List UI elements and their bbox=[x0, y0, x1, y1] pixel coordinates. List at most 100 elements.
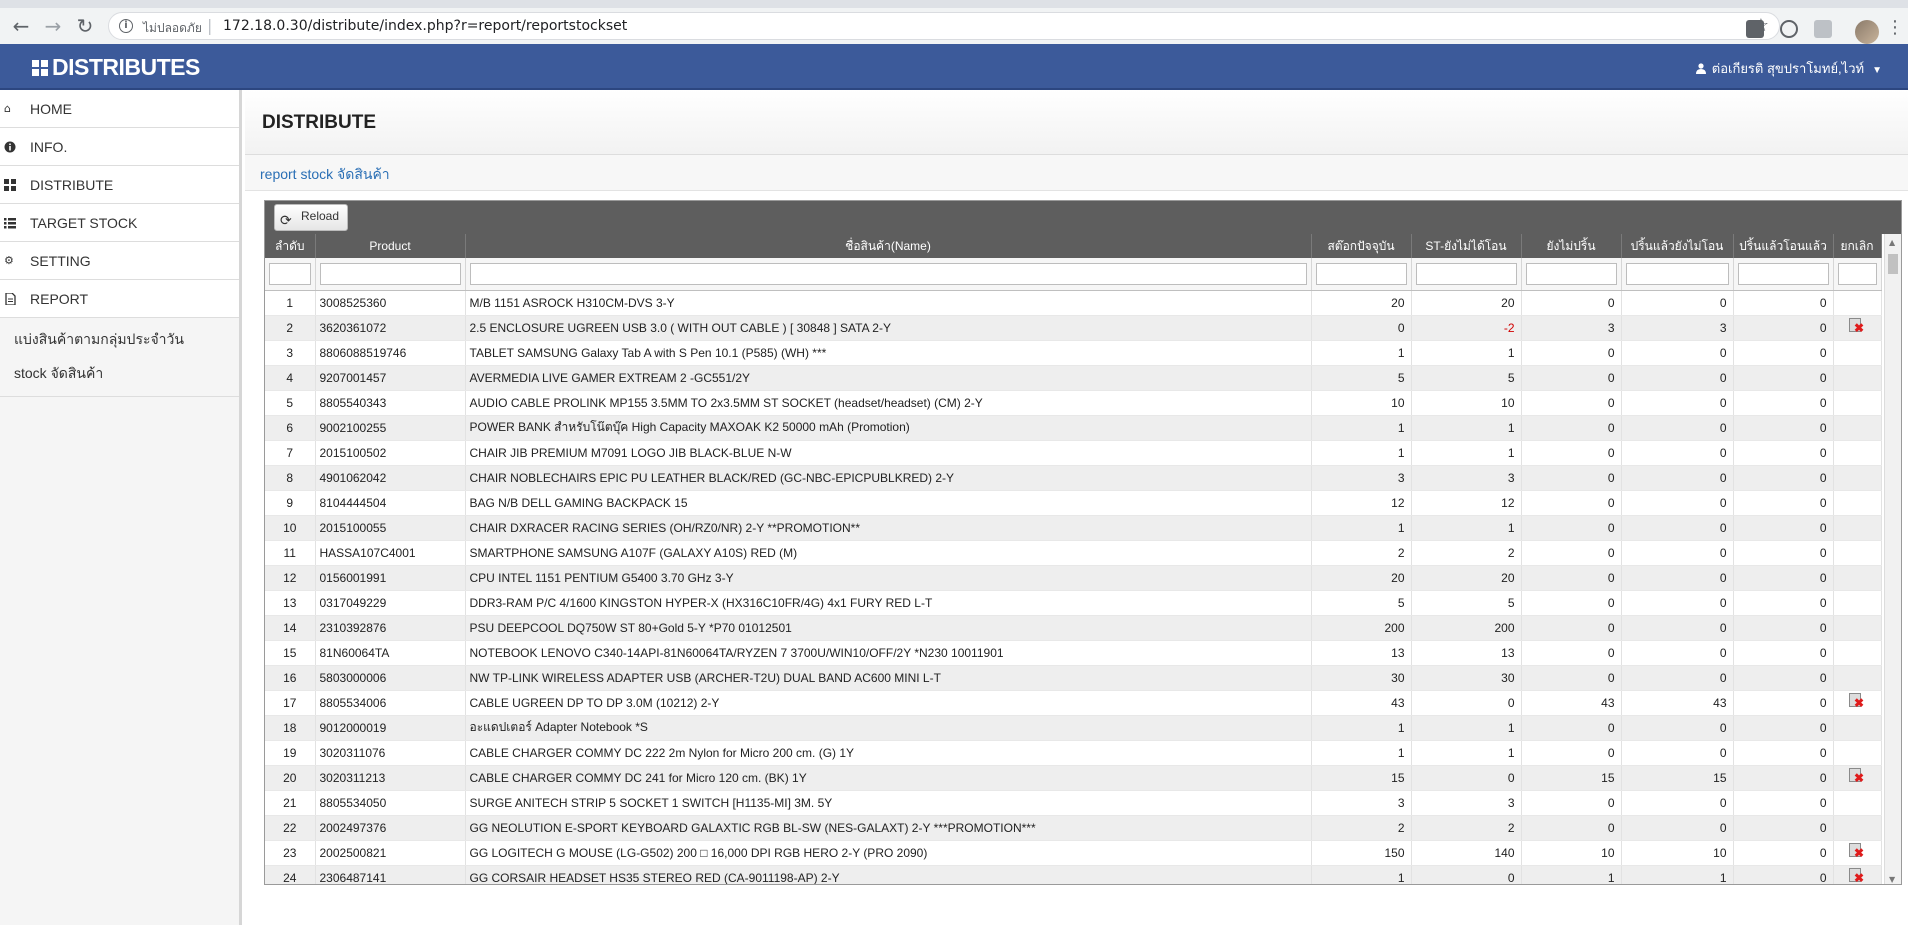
table-row[interactable]: 15 81N60064TA NOTEBOOK LENOVO C340-14API-8… bbox=[265, 640, 1882, 666]
column-header[interactable]: สต๊อกปัจจุบัน bbox=[1311, 234, 1412, 258]
reload-icon[interactable]: ↻ bbox=[72, 13, 98, 39]
column-header[interactable]: ยังไม่ปริ้น bbox=[1521, 234, 1622, 258]
sidebar-item-target-stock[interactable]: TARGET STOCK bbox=[0, 204, 239, 242]
filter-input-not-printed[interactable] bbox=[1525, 262, 1617, 285]
filter-cell bbox=[265, 258, 316, 291]
column-header[interactable]: ปริ้นแล้วยังไม่โอน bbox=[1621, 234, 1734, 258]
reload-button[interactable]: ⟳ Reload bbox=[274, 204, 348, 231]
filter-input-no[interactable] bbox=[269, 262, 311, 285]
column-header[interactable]: ST-ยังไม่ได้โอน bbox=[1411, 234, 1522, 258]
cell-printed-not-transferred: 15 bbox=[1621, 765, 1734, 791]
cell-stock: 13 bbox=[1311, 640, 1412, 666]
submenu-item-daily-group[interactable]: แบ่งสินค้าตามกลุ่มประจำวัน bbox=[0, 322, 239, 356]
sidebar-item-info[interactable]: INFO. bbox=[0, 128, 239, 166]
filter-input-name[interactable] bbox=[469, 262, 1307, 285]
brand[interactable]: DISTRIBUTES bbox=[32, 54, 200, 81]
extension-icon[interactable] bbox=[1780, 20, 1798, 38]
cell-no: 16 bbox=[265, 665, 316, 691]
cell-printed-transferred: 0 bbox=[1733, 440, 1834, 466]
sidebar-item-setting[interactable]: ⚙ SETTING bbox=[0, 242, 239, 280]
cell-printed-not-transferred: 10 bbox=[1621, 840, 1734, 866]
table-row[interactable]: 10 2015100055 CHAIR DXRACER RACING SERIES … bbox=[265, 515, 1882, 541]
menu-icon[interactable]: ⋮ bbox=[1886, 19, 1904, 37]
extension-icon[interactable] bbox=[1746, 20, 1764, 38]
filter-input-st-pending[interactable] bbox=[1415, 262, 1517, 285]
cell-printed-transferred: 0 bbox=[1733, 390, 1834, 416]
filter-input-printed-transferred[interactable] bbox=[1737, 262, 1829, 285]
column-header[interactable]: ปริ้นแล้วโอนแล้ว bbox=[1733, 234, 1834, 258]
cancel-icon[interactable]: ✖ bbox=[1848, 868, 1866, 884]
table-row[interactable]: 4 9207001457 AVERMEDIA LIVE GAMER EXTREAM … bbox=[265, 365, 1882, 391]
table-row[interactable]: 24 2306487141 GG CORSAIR HEADSET HS35 STER… bbox=[265, 865, 1882, 884]
sidebar-item-distribute[interactable]: DISTRIBUTE bbox=[0, 166, 239, 204]
table-row[interactable]: 23 2002500821 GG LOGITECH G MOUSE (LG-G502… bbox=[265, 840, 1882, 866]
scrollbar-thumb[interactable] bbox=[1888, 254, 1898, 274]
column-header[interactable]: Product bbox=[315, 234, 466, 258]
cell-cancel bbox=[1833, 590, 1882, 616]
table-row[interactable]: 18 9012000019 อะแดปเตอร์ Adapter Notebook … bbox=[265, 715, 1882, 741]
breadcrumb[interactable]: report stock จัดสินค้า bbox=[260, 164, 390, 186]
cell-printed-not-transferred: 0 bbox=[1621, 465, 1734, 491]
cell-st-pending: 2 bbox=[1411, 540, 1522, 566]
cell-stock: 3 bbox=[1311, 790, 1412, 816]
cancel-icon[interactable]: ✖ bbox=[1848, 693, 1866, 709]
profile-avatar[interactable] bbox=[1855, 20, 1879, 44]
table-row[interactable]: 3 8806088519746 TABLET SAMSUNG Galaxy Tab … bbox=[265, 340, 1882, 366]
table-row[interactable]: 22 2002497376 GG NEOLUTION E-SPORT KEYBOAR… bbox=[265, 815, 1882, 841]
cell-no: 7 bbox=[265, 440, 316, 466]
submenu-item-stock-report[interactable]: stock จัดสินค้า bbox=[0, 356, 239, 390]
table-row[interactable]: 2 3620361072 2.5 ENCLOSURE UGREEN USB 3.0 … bbox=[265, 315, 1882, 341]
back-icon[interactable]: ← bbox=[8, 13, 34, 39]
cell-st-pending: 140 bbox=[1411, 840, 1522, 866]
table-row[interactable]: 5 8805540343 AUDIO CABLE PROLINK MP155 3.5… bbox=[265, 390, 1882, 416]
info-icon[interactable]: i bbox=[119, 19, 133, 33]
table-row[interactable]: 1 3008525360 M/B 1151 ASROCK H310CM-DVS 3-… bbox=[265, 290, 1882, 316]
cell-not-printed: 0 bbox=[1521, 390, 1622, 416]
page-title: DISTRIBUTE bbox=[262, 112, 376, 133]
table-row[interactable]: 17 8805534006 CABLE UGREEN DP TO DP 3.0M (… bbox=[265, 690, 1882, 716]
filter-input-printed-not-transferred[interactable] bbox=[1625, 262, 1729, 285]
cell-printed-transferred: 0 bbox=[1733, 815, 1834, 841]
table-row[interactable]: 11 HASSA107C4001 SMARTPHONE SAMSUNG A107F … bbox=[265, 540, 1882, 566]
sidebar-item-label: HOME bbox=[30, 101, 72, 117]
table-row[interactable]: 12 0156001991 CPU INTEL 1151 PENTIUM G5400… bbox=[265, 565, 1882, 591]
table-row[interactable]: 14 2310392876 PSU DEEPCOOL DQ750W ST 80+Go… bbox=[265, 615, 1882, 641]
column-header[interactable]: ยกเลิก bbox=[1833, 234, 1882, 258]
insecure-label[interactable]: ไม่ปลอดภัย bbox=[143, 19, 202, 38]
cell-stock: 30 bbox=[1311, 665, 1412, 691]
cancel-icon[interactable]: ✖ bbox=[1848, 318, 1866, 334]
address-bar[interactable]: i ไม่ปลอดภัย | 172.18.0.30/distribute/in… bbox=[108, 12, 1780, 40]
cell-printed-transferred: 0 bbox=[1733, 765, 1834, 791]
url-text[interactable]: 172.18.0.30/distribute/index.php?r=repor… bbox=[223, 18, 627, 34]
table-row[interactable]: 6 9002100255 POWER BANK สำหรับโน๊ตบุ๊ค Hig… bbox=[265, 415, 1882, 441]
table-row[interactable]: 8 4901062042 CHAIR NOBLECHAIRS EPIC PU LEA… bbox=[265, 465, 1882, 491]
cancel-icon[interactable]: ✖ bbox=[1848, 768, 1866, 784]
table-row[interactable]: 13 0317049229 DDR3-RAM P/C 4/1600 KINGSTON… bbox=[265, 590, 1882, 616]
table-row[interactable]: 16 5803000006 NW TP-LINK WIRELESS ADAPTER … bbox=[265, 665, 1882, 691]
table-row[interactable]: 9 8104444504 BAG N/B DELL GAMING BACKPACK … bbox=[265, 490, 1882, 516]
filter-input-product[interactable] bbox=[319, 262, 461, 285]
extension-icon[interactable] bbox=[1814, 20, 1832, 38]
sidebar-item-home[interactable]: ⌂ HOME bbox=[0, 90, 239, 128]
forward-icon[interactable]: → bbox=[40, 13, 66, 39]
cell-name: CABLE UGREEN DP TO DP 3.0M (10212) 2-Y bbox=[465, 690, 1312, 716]
cell-not-printed: 0 bbox=[1521, 565, 1622, 591]
table-row[interactable]: 20 3020311213 CABLE CHARGER COMMY DC 241 f… bbox=[265, 765, 1882, 791]
column-header[interactable]: ลำดับ bbox=[265, 234, 316, 258]
table-row[interactable]: 7 2015100502 CHAIR JIB PREMIUM M7091 LOGO … bbox=[265, 440, 1882, 466]
cell-stock: 10 bbox=[1311, 390, 1412, 416]
cell-stock: 0 bbox=[1311, 315, 1412, 341]
table-row[interactable]: 19 3020311076 CABLE CHARGER COMMY DC 222 2… bbox=[265, 740, 1882, 766]
scroll-up-icon[interactable]: ▲ bbox=[1889, 238, 1895, 247]
vertical-scrollbar[interactable]: ▲ ▼ bbox=[1884, 234, 1901, 884]
cancel-icon[interactable]: ✖ bbox=[1848, 843, 1866, 859]
cell-name: GG LOGITECH G MOUSE (LG-G502) 200 □ 16,0… bbox=[465, 840, 1312, 866]
table-row[interactable]: 21 8805534050 SURGE ANITECH STRIP 5 SOCKET… bbox=[265, 790, 1882, 816]
filter-input-stock[interactable] bbox=[1315, 262, 1407, 285]
scroll-down-icon[interactable]: ▼ bbox=[1889, 875, 1895, 884]
column-header[interactable]: ชื่อสินค้า(Name) bbox=[465, 234, 1312, 258]
user-menu[interactable]: ต่อเกียรติ สุขปราโมทย์,ไวท์ ▼ bbox=[1695, 58, 1882, 79]
filter-input-cancel[interactable] bbox=[1837, 262, 1877, 285]
cell-printed-transferred: 0 bbox=[1733, 715, 1834, 741]
sidebar-item-report[interactable]: REPORT bbox=[0, 280, 239, 318]
